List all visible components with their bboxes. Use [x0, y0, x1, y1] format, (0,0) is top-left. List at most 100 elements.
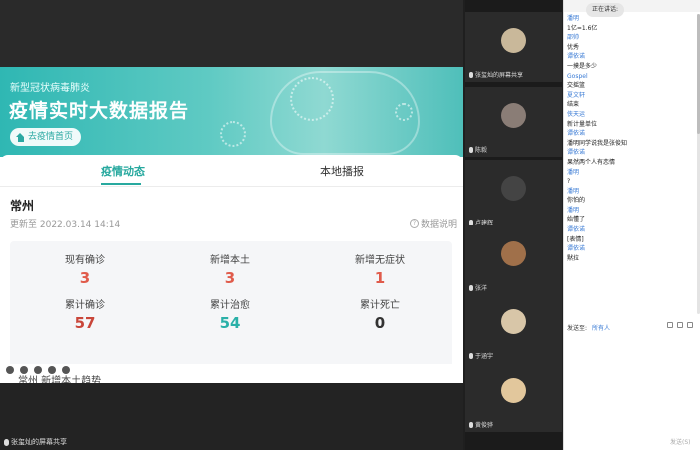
chat-message: 1亿=1.6亿: [567, 24, 598, 32]
screen-share-owner: 张玺灿的屏幕共享: [11, 438, 67, 446]
chat-sender: 潘明: [567, 187, 580, 195]
active-tab-indicator: [101, 183, 141, 185]
stat-value: 0: [374, 314, 386, 332]
stat-value: 54: [219, 314, 241, 332]
send-button[interactable]: 发送(S): [670, 437, 691, 446]
chat-sender: 夏文轩: [567, 91, 586, 99]
more-icon[interactable]: [687, 322, 693, 328]
file-icon[interactable]: [667, 322, 673, 328]
participant-tile[interactable]: 黄俊骅: [465, 362, 562, 432]
chat-panel: 正在讲话: 潘明 1亿=1.6亿 邵帅 优秀 谭依诺 一摸是多少 Gospel 交摇篮 夏文轩结…: [563, 0, 700, 450]
virus-icon: [290, 77, 334, 121]
mic-icon: [4, 438, 9, 446]
avatar: [501, 176, 526, 201]
stat-label: 累计死亡: [360, 300, 400, 311]
report-banner: 新型冠状病毒肺炎 疫情实时大数据报告 去疫情首页: [0, 67, 463, 157]
updated-time: 更新至 2022.03.14 14:14: [10, 220, 121, 230]
chat-header: [564, 0, 700, 12]
stat-current-confirmed: 现有确诊 3: [35, 251, 135, 287]
participant-tile[interactable]: 张洋: [465, 225, 562, 295]
participant-name-row: 陈毅: [469, 145, 487, 154]
participant-tile[interactable]: 于涵宇: [465, 293, 562, 363]
send-to-select[interactable]: 所有人: [592, 323, 610, 332]
stat-new-local: 新增本土 3: [180, 251, 280, 287]
trend-title: 常州 新增本土趋势: [18, 376, 102, 383]
city-title: 常州: [10, 199, 35, 213]
participant-tile[interactable]: 张玺灿的屏幕共享: [465, 12, 562, 82]
control-icon[interactable]: [6, 366, 14, 374]
chat-tools: [667, 322, 693, 328]
participant-name-row: 张玺灿的屏幕共享: [469, 70, 523, 79]
meeting-window: 新型冠状病毒肺炎 疫情实时大数据报告 去疫情首页 疫情动态 本地播报 常州 更新…: [0, 0, 700, 450]
data-explain-link[interactable]: ? 数据说明: [410, 217, 457, 230]
chat-sender: 潘明: [567, 15, 580, 22]
banner-subtitle: 新型冠状病毒肺炎: [10, 83, 90, 94]
home-button[interactable]: 去疫情首页: [10, 128, 82, 146]
tab-epidemic-news[interactable]: 疫情动态: [101, 163, 145, 179]
avatar: [501, 309, 526, 334]
chat-sender: 邵帅: [567, 34, 580, 42]
chat-sender: 谭依诺: [567, 149, 586, 157]
chat-message: 优秀: [567, 43, 580, 51]
stat-value: 3: [79, 269, 91, 287]
chat-message-list[interactable]: 潘明 1亿=1.6亿 邵帅 优秀 谭依诺 一摸是多少 Gospel 交摇篮 夏文轩 结束 侠天运 新计…: [567, 14, 699, 263]
chat-sender: Gospel: [567, 72, 588, 80]
chat-message: [表情]: [567, 235, 584, 243]
mic-icon: [469, 352, 473, 359]
report-tabs: 疫情动态 本地播报: [0, 155, 463, 187]
stat-total-confirmed: 累计确诊 57: [35, 296, 135, 332]
chat-sender: 潘明: [567, 168, 580, 176]
mic-icon: [469, 421, 473, 428]
banner-title: 疫情实时大数据报告: [9, 100, 190, 122]
participant-name: 张玺灿的屏幕共享: [475, 72, 524, 79]
avatar: [501, 28, 526, 53]
participant-name: 陈毅: [475, 147, 488, 154]
chat-sender: 谭依诺: [567, 226, 586, 234]
report-card: 疫情动态 本地播报 常州 更新至 2022.03.14 14:14 ? 数据说明…: [0, 155, 463, 383]
chat-message: 新计量单位: [567, 120, 598, 128]
stat-label: 新增无症状: [355, 255, 405, 266]
mic-icon: [469, 146, 473, 153]
mic-icon: [469, 71, 473, 78]
stat-label: 累计治愈: [210, 300, 250, 311]
screen-share-label: 张玺灿的屏幕共享: [4, 437, 67, 447]
shared-screen-area: 新型冠状病毒肺炎 疫情实时大数据报告 去疫情首页 疫情动态 本地播报 常州 更新…: [0, 0, 463, 450]
tab-local-report[interactable]: 本地播报: [320, 163, 364, 179]
chat-message: 交摇篮: [567, 82, 586, 90]
chat-message: 果然两个人有恋情: [567, 158, 616, 166]
home-button-label: 去疫情首页: [28, 132, 74, 142]
chat-message: 结束: [567, 101, 580, 109]
send-to-label: 发送至:: [567, 324, 588, 332]
avatar: [501, 241, 526, 266]
chat-message: ?: [567, 178, 571, 186]
chat-sender: 谭依诺: [567, 130, 586, 138]
stat-label: 累计确诊: [65, 300, 105, 311]
virus-icon: [395, 103, 413, 121]
stats-panel: 现有确诊 3 新增本土 3 新增无症状 1 累计确诊 57 累计治愈 54 累计…: [10, 241, 452, 373]
chat-message: 潘明同学说我是张俊知: [567, 139, 628, 147]
chat-message: 你怕的: [567, 197, 586, 205]
stat-label: 现有确诊: [65, 255, 105, 266]
shared-screen-top-bar: [0, 0, 463, 67]
participant-tile[interactable]: 陈毅: [465, 87, 562, 157]
participant-name: 张洋: [475, 285, 488, 292]
stat-value: 1: [374, 269, 386, 287]
screenshot-icon[interactable]: [677, 322, 683, 328]
stat-new-asymptomatic: 新增无症状 1: [330, 251, 430, 287]
participant-name-row: 黄俊骅: [469, 420, 493, 429]
avatar: [501, 378, 526, 403]
stat-label: 新增本土: [210, 255, 250, 266]
stat-value: 3: [224, 269, 236, 287]
participant-name-row: 张洋: [469, 283, 487, 292]
question-icon: ?: [410, 219, 419, 228]
stat-total-deaths: 累计死亡 0: [330, 296, 430, 332]
virus-icon: [220, 121, 246, 147]
participant-tile[interactable]: 卢建辉: [465, 160, 562, 230]
chat-sender: 侠天运: [567, 110, 586, 118]
stat-value: 57: [74, 314, 96, 332]
participant-name: 黄俊骅: [475, 422, 494, 429]
chat-message: 一摸是多少: [567, 62, 598, 70]
data-explain-label: 数据说明: [421, 220, 458, 230]
chat-sender: 谭依诺: [567, 53, 586, 61]
chat-sender: 谭依诺: [567, 245, 586, 253]
